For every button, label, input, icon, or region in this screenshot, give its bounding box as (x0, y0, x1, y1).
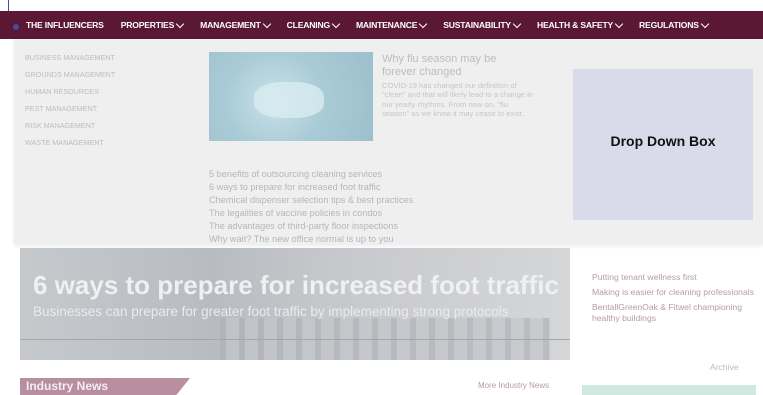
category-risk-management[interactable]: RISK MANAGEMENT (25, 121, 95, 130)
nav-item-cleaning[interactable]: CLEANING (286, 19, 341, 30)
nav-item-sustainability[interactable]: SUSTAINABILITY (443, 19, 522, 30)
chevron-down-icon (614, 19, 624, 28)
nav-label: PROPERTIES (120, 20, 175, 30)
chevron-down-icon (512, 19, 522, 28)
sidebar-link[interactable]: BentallGreenOak & Fitwel championing hea… (592, 302, 757, 324)
article-link[interactable]: The advantages of third-party floor insp… (209, 221, 398, 231)
main-nav: THE INFLUENCERS PROPERTIES MANAGEMENT CL… (0, 11, 763, 39)
nav-item-management[interactable]: MANAGEMENT (200, 19, 271, 30)
nav-item-the-influencers[interactable]: THE INFLUENCERS (26, 20, 104, 30)
nav-item-properties[interactable]: PROPERTIES (120, 19, 185, 30)
category-pest-management[interactable]: PEST MANAGEMENT (25, 104, 97, 113)
sidebar-widget (582, 385, 756, 395)
drop-down-box-annotation: Drop Down Box (573, 69, 753, 220)
chevron-down-icon (418, 19, 428, 28)
nav-label: MANAGEMENT (200, 20, 261, 30)
chevron-down-icon (331, 19, 341, 28)
hero-divider (20, 339, 570, 340)
hero-title[interactable]: 6 ways to prepare for increased foot tra… (33, 270, 559, 301)
feature-text: COVID-19 has changed our definition of "… (382, 81, 534, 118)
chevron-down-icon (700, 19, 709, 28)
sidebar-links: Putting tenant wellness first Making is … (592, 272, 757, 328)
nav-label: SUSTAINABILITY (443, 20, 511, 30)
hero-banner[interactable]: 6 ways to prepare for increased foot tra… (20, 248, 570, 360)
more-industry-news-link[interactable]: More Industry News (478, 381, 549, 390)
industry-news-label: Industry News (26, 379, 109, 393)
category-business-management[interactable]: BUSINESS MANAGEMENT (25, 53, 115, 62)
nav-label: HEALTH & SAFETY (536, 20, 614, 30)
annotation-label: Drop Down Box (610, 133, 716, 149)
chevron-down-icon (175, 19, 185, 28)
nav-label: REGULATIONS (639, 20, 699, 30)
archive-link[interactable]: Archive (710, 362, 739, 372)
nav-item-maintenance[interactable]: MAINTENANCE (355, 19, 428, 30)
cursor-indicator (13, 24, 19, 30)
face-mask-image (254, 82, 324, 118)
category-human-resources[interactable]: HUMAN RESOURCES (25, 87, 99, 96)
feature-image[interactable] (209, 52, 373, 141)
hero-subtitle: Businesses can prepare for greater foot … (33, 304, 509, 319)
article-link[interactable]: The legalities of vaccine policies in co… (209, 208, 382, 218)
category-grounds-management[interactable]: GROUNDS MANAGEMENT (25, 70, 115, 79)
nav-item-health-safety[interactable]: HEALTH & SAFETY (536, 19, 624, 30)
category-waste-management[interactable]: WASTE MANAGEMENT (25, 138, 104, 147)
article-link[interactable]: Why wait? The new office normal is up to… (209, 234, 394, 244)
sidebar-link[interactable]: Making is easier for cleaning profession… (592, 287, 757, 298)
article-link[interactable]: 6 ways to prepare for increased foot tra… (209, 182, 380, 192)
nav-label: THE INFLUENCERS (26, 20, 104, 30)
sidebar-link[interactable]: Putting tenant wellness first (592, 272, 757, 283)
article-link[interactable]: 5 benefits of outsourcing cleaning servi… (209, 169, 382, 179)
nav-label: MAINTENANCE (355, 20, 418, 30)
article-link[interactable]: Chemical dispenser selection tips & best… (209, 195, 413, 205)
feature-title[interactable]: Why flu season may be forever changed (382, 53, 522, 79)
chevron-down-icon (262, 19, 271, 28)
nav-label: CLEANING (286, 20, 330, 30)
nav-item-regulations[interactable]: REGULATIONS (639, 19, 709, 30)
industry-news-heading: Industry News (20, 378, 190, 395)
